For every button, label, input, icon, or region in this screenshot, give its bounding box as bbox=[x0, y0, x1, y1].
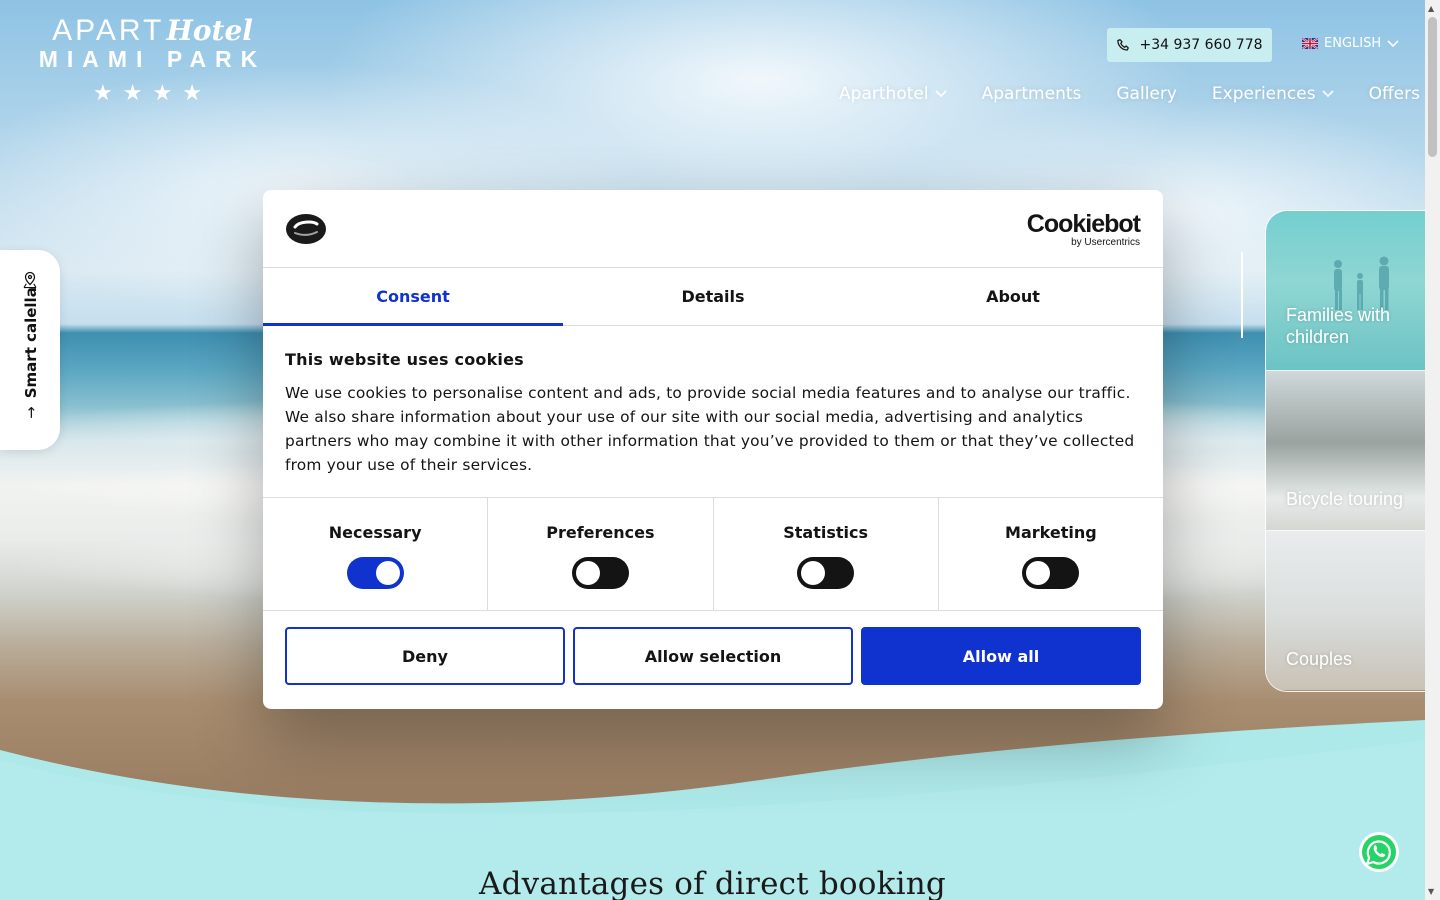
language-label: ENGLISH bbox=[1324, 36, 1382, 51]
toggle-label: Statistics bbox=[783, 523, 868, 542]
logo-hotel-script: Hotel bbox=[166, 14, 253, 47]
section-title: Advantages of direct booking bbox=[479, 866, 946, 900]
cookie-description: We use cookies to personalise content an… bbox=[285, 384, 1135, 474]
toggle-marketing: Marketing bbox=[939, 498, 1163, 610]
cookie-buttons: Deny Allow selection Allow all bbox=[263, 611, 1163, 701]
nav-label: Apartments bbox=[981, 84, 1082, 104]
cookiebot-brand-name: Cookiebot bbox=[1026, 210, 1141, 238]
tab-consent[interactable]: Consent bbox=[263, 268, 563, 326]
cookie-dialog-header: Cookiebot by Usercentrics bbox=[263, 190, 1163, 268]
hotel-logo[interactable]: APART Hotel MIAMI PARK ★★★★ bbox=[20, 14, 285, 106]
cookie-consent-dialog: Cookiebot by Usercentrics Consent Detail… bbox=[263, 190, 1163, 709]
toggle-statistics: Statistics bbox=[714, 498, 939, 610]
statistics-switch[interactable] bbox=[797, 557, 855, 589]
toggle-preferences: Preferences bbox=[488, 498, 714, 610]
cookie-body: This website uses cookies We use cookies… bbox=[263, 326, 1163, 498]
allow-all-button[interactable]: Allow all bbox=[861, 627, 1141, 685]
page-scrollbar[interactable]: ▲ ▼ bbox=[1425, 0, 1440, 900]
scroll-up-arrow-icon[interactable]: ▲ bbox=[1428, 4, 1434, 13]
experience-card-families[interactable]: Families with children bbox=[1266, 211, 1436, 371]
scroll-down-arrow-icon[interactable]: ▼ bbox=[1428, 887, 1434, 896]
experience-card-couples[interactable]: Couples bbox=[1266, 531, 1436, 690]
chevron-down-icon bbox=[934, 90, 947, 98]
logo-miami-park: MIAMI PARK bbox=[38, 46, 267, 72]
uk-flag-icon bbox=[1302, 38, 1318, 49]
chevron-down-icon bbox=[1322, 90, 1334, 98]
logo-stars: ★★★★ bbox=[93, 81, 212, 106]
nav-label: Offers bbox=[1368, 84, 1420, 104]
experiences-divider bbox=[1241, 252, 1243, 338]
experience-label: Families with children bbox=[1286, 305, 1391, 347]
toggle-label: Necessary bbox=[328, 523, 422, 542]
experiences-panel: Families with children Bicycle touring C… bbox=[1265, 210, 1436, 692]
phone-icon bbox=[1117, 38, 1130, 51]
nav-label: Gallery bbox=[1116, 84, 1177, 104]
cookie-title: This website uses cookies bbox=[285, 350, 524, 369]
nav-label: Experiences bbox=[1211, 84, 1316, 104]
experience-label: Bicycle touring bbox=[1286, 489, 1404, 509]
necessary-switch[interactable] bbox=[346, 557, 404, 589]
logo-apart-text: APART bbox=[52, 14, 165, 47]
nav-gallery[interactable]: Gallery bbox=[1116, 84, 1177, 104]
main-nav: Aparthotel Apartments Gallery Experience… bbox=[839, 84, 1420, 104]
nav-experiences[interactable]: Experiences bbox=[1212, 84, 1334, 104]
nav-apartments[interactable]: Apartments bbox=[982, 84, 1082, 104]
toggle-label: Marketing bbox=[1005, 523, 1097, 542]
toggle-necessary: Necessary bbox=[263, 498, 489, 610]
cookie-tabs: Consent Details About bbox=[263, 268, 1163, 326]
preferences-switch[interactable] bbox=[571, 557, 629, 589]
experience-card-bicycle[interactable]: Bicycle touring bbox=[1266, 371, 1436, 531]
phone-number: +34 937 660 778 bbox=[1139, 37, 1263, 53]
arrow-right-icon: → bbox=[22, 406, 40, 419]
tab-details[interactable]: Details bbox=[563, 268, 863, 325]
chevron-down-icon bbox=[1387, 39, 1399, 47]
language-selector[interactable]: ENGLISH bbox=[1302, 36, 1399, 51]
phone-button[interactable]: +34 937 660 778 bbox=[1107, 28, 1272, 62]
cookiebot-brand[interactable]: Cookiebot by Usercentrics bbox=[1026, 210, 1141, 249]
tab-about[interactable]: About bbox=[863, 268, 1163, 325]
smart-calella-text: Smart calella bbox=[22, 287, 40, 399]
marketing-switch[interactable] bbox=[1022, 557, 1080, 589]
nav-label: Aparthotel bbox=[839, 84, 929, 104]
nav-offers[interactable]: Offers bbox=[1369, 84, 1420, 104]
deny-button[interactable]: Deny bbox=[285, 627, 565, 685]
scroll-thumb[interactable] bbox=[1428, 17, 1437, 157]
toggle-label: Preferences bbox=[546, 523, 655, 542]
nav-aparthotel[interactable]: Aparthotel bbox=[839, 84, 947, 104]
whatsapp-icon[interactable] bbox=[1358, 831, 1400, 873]
cookiebot-logo-icon bbox=[286, 214, 326, 244]
experience-label: Couples bbox=[1286, 649, 1353, 669]
allow-selection-button[interactable]: Allow selection bbox=[573, 627, 853, 685]
cookie-category-toggles: Necessary Preferences Statistics Marketi… bbox=[263, 498, 1163, 611]
smart-calella-label[interactable]: → Smart calella bbox=[22, 287, 40, 419]
cookiebot-brand-by: by Usercentrics bbox=[1071, 237, 1140, 248]
